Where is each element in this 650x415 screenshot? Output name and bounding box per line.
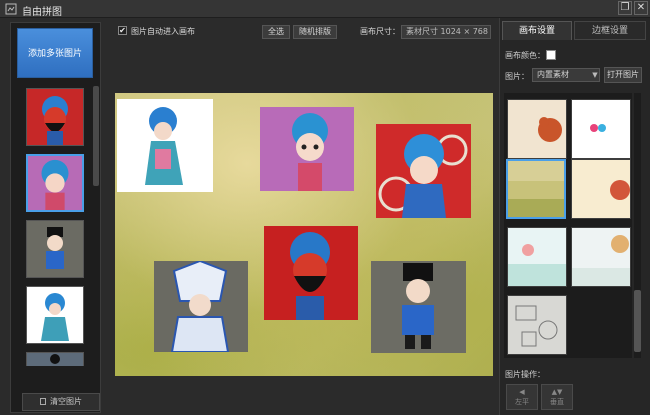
- thumbnail-scrollbar[interactable]: [93, 86, 99, 186]
- restore-button[interactable]: ❐: [618, 1, 632, 15]
- flip-vertical-button[interactable]: ▲▼ 垂直: [541, 384, 573, 410]
- speaker-icon: ◀: [519, 388, 525, 396]
- select-all-button[interactable]: 全选: [262, 25, 290, 39]
- canvas-photo-opera-helmet[interactable]: [154, 259, 248, 353]
- clear-images-label: 清空图片: [50, 397, 82, 406]
- thumbnail-list[interactable]: [22, 86, 92, 366]
- material-scrollbar-thumb[interactable]: [634, 290, 641, 352]
- background-material-grid: [504, 93, 632, 358]
- material-balloon[interactable]: [571, 227, 631, 287]
- puzzle-app-icon: [5, 3, 17, 15]
- canvas-photo-girl-pink[interactable]: [260, 107, 354, 191]
- thumbnail-opera-official-gray[interactable]: [26, 220, 84, 278]
- random-layout-button[interactable]: 随机排版: [293, 25, 337, 39]
- material-teddy-bear[interactable]: [507, 99, 567, 159]
- trash-icon: [40, 398, 46, 405]
- thumbnail-opera-red-face[interactable]: [26, 88, 84, 146]
- material-sketch-objects[interactable]: [507, 295, 567, 355]
- close-icon: ✕: [636, 2, 646, 13]
- flip-horizontal-button[interactable]: ◀ 左平: [506, 384, 538, 410]
- clear-images-button[interactable]: 清空图片: [22, 393, 100, 411]
- canvas-photo-opera-official[interactable]: [371, 261, 466, 353]
- chevron-down-icon: ▼: [592, 71, 598, 79]
- add-images-button[interactable]: 添加多张图片: [17, 28, 93, 78]
- open-image-button[interactable]: 打开图片: [604, 67, 642, 83]
- window-title: 自由拼图: [22, 7, 62, 18]
- canvas-size-field[interactable]: 素材尺寸 1024 × 768: [401, 25, 491, 39]
- tab-canvas-settings[interactable]: 画布设置: [502, 21, 572, 40]
- auto-canvas-checkbox[interactable]: ✔: [118, 26, 127, 35]
- flip-vertical-label: 垂直: [550, 398, 564, 406]
- canvas-photo-opera-red-pattern[interactable]: [376, 124, 471, 218]
- canvas-color-label: 画布颜色：: [505, 51, 545, 60]
- close-button[interactable]: ✕: [634, 1, 648, 15]
- image-label: 图片：: [505, 72, 529, 81]
- flip-horizontal-label: 左平: [515, 398, 529, 406]
- canvas-photo-girl-blue[interactable]: [117, 99, 213, 192]
- canvas-photo-opera-red-face[interactable]: [264, 226, 358, 320]
- flip-vertical-icon: ▲▼: [551, 388, 563, 396]
- material-beach[interactable]: [507, 227, 567, 287]
- material-grunge-green[interactable]: [506, 159, 566, 219]
- material-hearts[interactable]: [571, 99, 631, 159]
- thumbnail-opera-girl-blue[interactable]: [26, 286, 84, 344]
- photo-ops-label: 图片操作：: [505, 370, 545, 379]
- auto-canvas-label: 图片自动进入画布: [131, 27, 195, 36]
- material-cartoon-boy[interactable]: [571, 159, 631, 219]
- canvas-size-label: 画布尺寸：: [360, 27, 400, 36]
- canvas-color-swatch[interactable]: [546, 50, 556, 60]
- thumbnail-opera-girl-pink[interactable]: [26, 154, 84, 212]
- restore-icon: ❐: [620, 2, 630, 13]
- thumbnail-opera-partial[interactable]: [26, 352, 84, 366]
- puzzle-canvas[interactable]: [115, 93, 493, 376]
- title-bar: [0, 0, 650, 18]
- tab-border-settings[interactable]: 边框设置: [574, 21, 646, 40]
